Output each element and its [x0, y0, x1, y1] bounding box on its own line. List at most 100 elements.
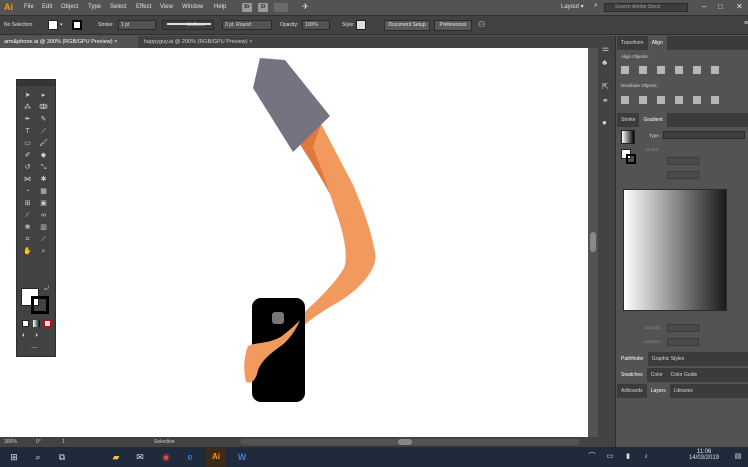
scale-tool-icon[interactable]: ⤡ [38, 162, 49, 173]
menu-help[interactable]: Help [214, 4, 226, 10]
distribute-left-icon[interactable] [675, 96, 683, 104]
gradient-type-select[interactable] [663, 131, 745, 139]
panel-menu-icon[interactable]: ≡ [744, 20, 748, 27]
tab-layers[interactable]: Layers [646, 384, 670, 398]
align-hcenter-icon[interactable] [639, 66, 647, 74]
blend-tool-icon[interactable]: ∞ [38, 210, 49, 221]
symbols-icon[interactable]: ♣ [602, 58, 607, 67]
rectangle-tool-icon[interactable]: ▭ [22, 138, 33, 149]
horizontal-scrollbar[interactable] [240, 439, 580, 445]
tab-align[interactable]: Align [647, 36, 667, 50]
puppet-warp-icon[interactable]: ✱ [38, 174, 49, 185]
tab-gradient[interactable]: Gradient [639, 113, 667, 127]
symbol-sprayer-icon[interactable]: ❀ [22, 222, 33, 233]
gradient-preview[interactable] [623, 189, 727, 311]
none-mode-icon[interactable] [44, 320, 51, 327]
file-explorer-icon[interactable]: ▰ [106, 447, 126, 467]
distribute-top-icon[interactable] [621, 96, 629, 104]
line-tool-icon[interactable]: ⟋ [38, 126, 49, 137]
eyedropper-icon[interactable]: ⁄ [22, 210, 33, 221]
type-tool-icon[interactable]: T [22, 126, 33, 137]
tab-swatches[interactable]: Swatches [617, 368, 647, 382]
menu-view[interactable]: View [160, 4, 173, 10]
scroll-thumb[interactable] [398, 439, 412, 445]
zoom-tool-icon[interactable]: ⌕ [38, 246, 49, 257]
swap-icon[interactable]: ⤾ [44, 286, 49, 293]
tab-libraries[interactable]: Libraries [670, 388, 697, 394]
volume-icon[interactable]: ♪ [636, 447, 656, 467]
close-icon[interactable]: × [114, 39, 117, 45]
tray-icon[interactable]: ▭ [600, 447, 620, 467]
pen-tool-icon[interactable]: ✒ [22, 114, 33, 125]
tab-color[interactable]: Color [647, 372, 667, 378]
selection-tool-icon[interactable]: ➤ [22, 90, 33, 101]
stroke-color-box[interactable] [31, 296, 49, 314]
fill-swatch[interactable] [48, 20, 58, 30]
align-vcenter-icon[interactable] [693, 66, 701, 74]
gradient-location-field[interactable] [667, 338, 699, 346]
brush-definition[interactable]: 3 pt. Round [222, 20, 272, 30]
workspace-grid-icon[interactable] [274, 3, 288, 12]
stock-search-input[interactable]: Search Adobe Stock [604, 3, 688, 12]
variable-width-profile[interactable]: Uniform [162, 20, 214, 30]
distribute-vcenter-icon[interactable] [639, 96, 647, 104]
shaper-tool-icon[interactable]: ✐ [22, 150, 33, 161]
stroke-proxy[interactable] [626, 154, 636, 164]
artboard-canvas[interactable] [0, 48, 588, 437]
battery-icon[interactable]: ▮ [618, 447, 638, 467]
stroke-swatch[interactable] [72, 20, 82, 30]
tab-graphic-styles[interactable]: Graphic Styles [648, 356, 689, 362]
aspect-ratio-field[interactable] [667, 171, 699, 179]
shape-builder-icon[interactable]: ◔ [22, 186, 33, 197]
opacity-field[interactable]: 100% [302, 20, 330, 30]
artboard-number[interactable]: 1 [62, 439, 65, 445]
tab-color-guide[interactable]: Color Guide [667, 372, 702, 378]
tab-pathfinder[interactable]: Pathfinder [617, 352, 648, 366]
menu-file[interactable]: File [24, 4, 34, 10]
screen-mode-icon[interactable]: ◑ [34, 332, 38, 339]
appearance-icon[interactable]: ● [602, 118, 607, 127]
windows-start-icon[interactable]: ⊞ [4, 447, 24, 467]
bridge-button[interactable]: Br [242, 3, 252, 12]
menu-type[interactable]: Type [88, 4, 101, 10]
gradient-opacity-field[interactable] [667, 324, 699, 332]
artboard-tool-icon[interactable]: ⌗ [22, 234, 33, 245]
preferences-button[interactable]: Preferences [434, 20, 472, 31]
slice-tool-icon[interactable]: ⟋ [38, 234, 49, 245]
rotation-value[interactable]: 0° [36, 439, 41, 445]
edge-icon[interactable]: e [180, 447, 200, 467]
arm-illustration[interactable] [244, 58, 376, 402]
eraser-icon[interactable]: ◆ [38, 150, 49, 161]
scroll-thumb[interactable] [590, 232, 596, 252]
menu-edit[interactable]: Edit [42, 4, 52, 10]
stock-button[interactable]: St [258, 3, 268, 12]
mail-icon[interactable]: ✉ [130, 447, 150, 467]
perspective-grid-icon[interactable]: ▦ [38, 186, 49, 197]
tab-artboards[interactable]: Artboards [617, 388, 647, 394]
network-icon[interactable]: ⌒ [582, 447, 602, 467]
menu-window[interactable]: Window [182, 4, 203, 10]
paintbrush-icon[interactable]: 🖌 [38, 138, 49, 149]
menu-effect[interactable]: Effect [136, 4, 151, 10]
mesh-tool-icon[interactable]: ⊞ [22, 198, 33, 209]
task-view-icon[interactable]: ⧉ [52, 447, 72, 467]
align-top-icon[interactable] [675, 66, 683, 74]
color-mode-icon[interactable] [22, 320, 29, 327]
tab-arm-phone[interactable]: arm&phone.ai @ 300% (RGB/GPU Preview) × [0, 36, 138, 48]
vertical-scrollbar[interactable] [588, 48, 598, 437]
curvature-tool-icon[interactable]: ✎ [38, 114, 49, 125]
arrange-documents-icon[interactable]: ⚇ [478, 20, 485, 29]
close-icon[interactable]: ✕ [736, 2, 743, 11]
align-left-icon[interactable] [621, 66, 629, 74]
gradient-tool-icon[interactable]: ▣ [38, 198, 49, 209]
stroke-weight-field[interactable]: 1 pt [118, 20, 156, 30]
export-icon[interactable]: ⇱ [602, 82, 609, 91]
menu-select[interactable]: Select [110, 4, 127, 10]
graphic-style-swatch[interactable] [356, 20, 366, 30]
magic-wand-icon[interactable]: ⁂ [22, 102, 33, 113]
menu-object[interactable]: Object [61, 4, 78, 10]
minimize-icon[interactable]: – [702, 2, 706, 11]
close-icon[interactable]: × [249, 39, 252, 45]
tab-transform[interactable]: Transform [617, 40, 648, 46]
distribute-bottom-icon[interactable] [657, 96, 665, 104]
